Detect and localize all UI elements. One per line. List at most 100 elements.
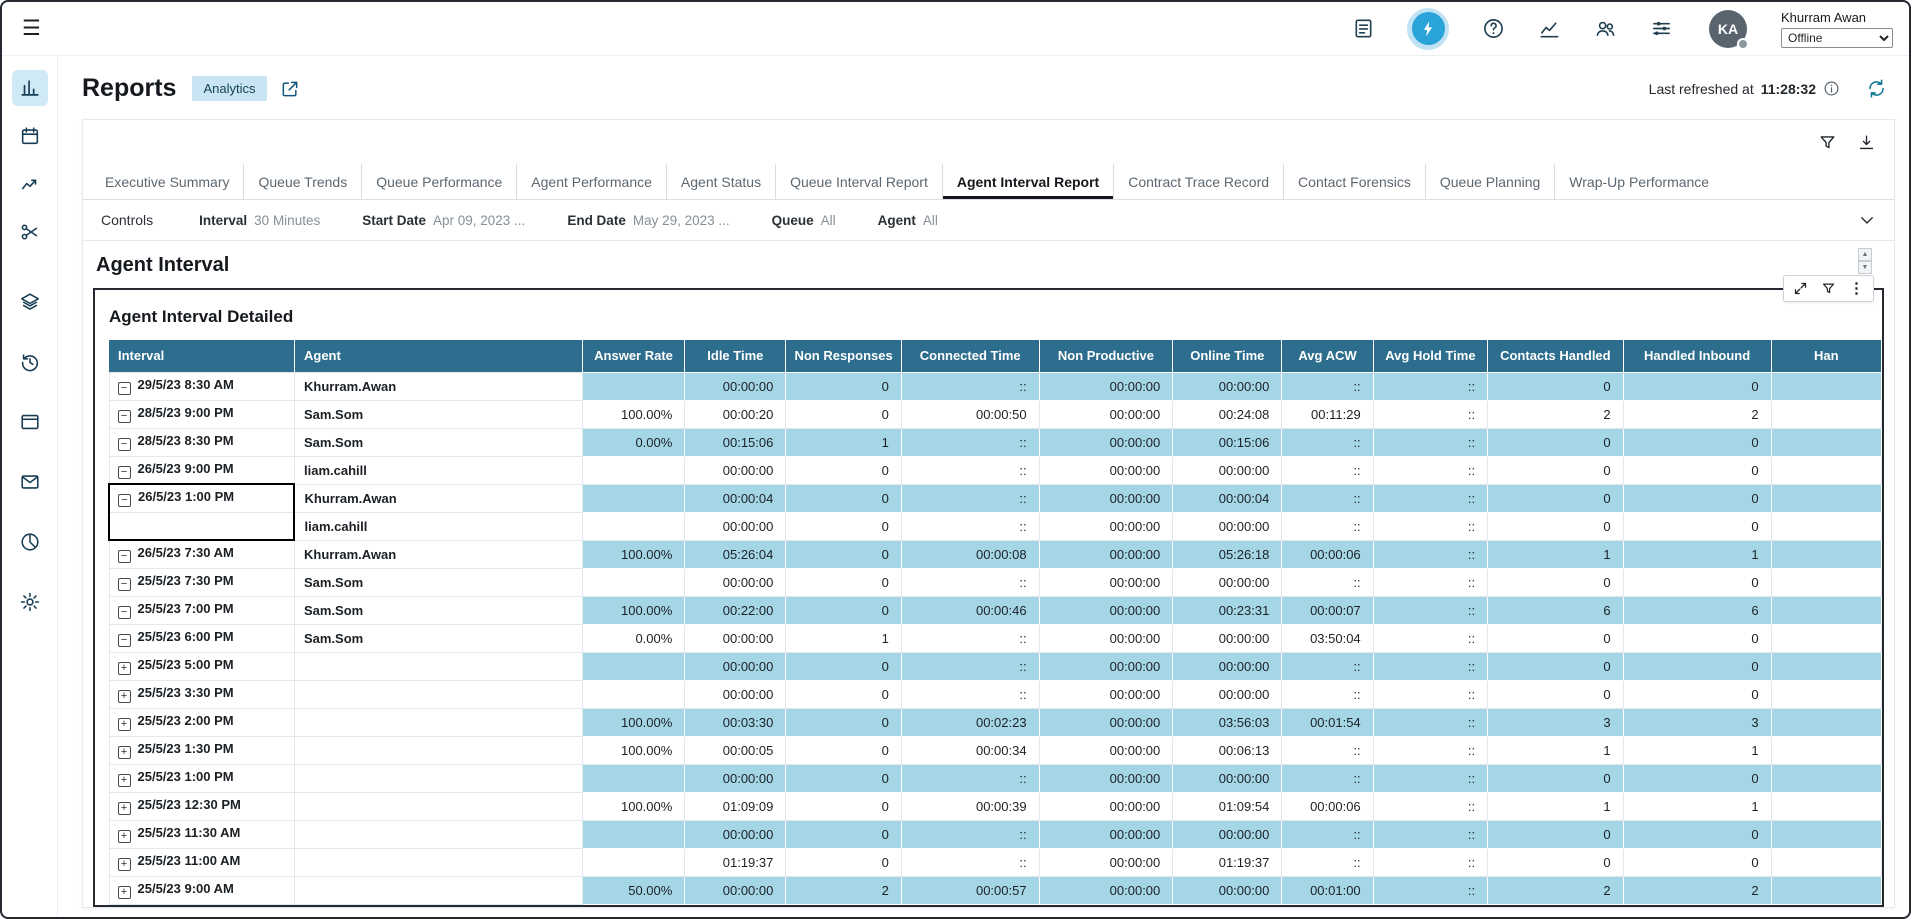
interval-cell[interactable]: +25/5/23 5:00 PM (109, 652, 294, 680)
interval-cell[interactable]: +25/5/23 3:30 PM (109, 680, 294, 708)
column-header-answer-rate[interactable]: Answer Rate (582, 340, 685, 372)
column-header-han[interactable]: Han (1771, 340, 1881, 372)
value-cell[interactable]: 00:11:29 (1282, 400, 1373, 428)
value-cell[interactable]: 00:00:00 (685, 876, 786, 904)
value-cell[interactable]: 00:00:00 (1039, 820, 1173, 848)
value-cell[interactable]: :: (901, 652, 1039, 680)
value-cell[interactable] (1771, 736, 1881, 764)
value-cell[interactable]: 00:00:00 (1173, 652, 1282, 680)
value-cell[interactable]: 0 (1623, 624, 1771, 652)
tab-queue-trends[interactable]: Queue Trends (243, 164, 361, 199)
value-cell[interactable]: 00:00:00 (685, 624, 786, 652)
value-cell[interactable]: :: (901, 428, 1039, 456)
value-cell[interactable]: :: (1373, 596, 1487, 624)
value-cell[interactable]: :: (901, 372, 1039, 400)
value-cell[interactable]: 1 (1623, 540, 1771, 568)
value-cell[interactable]: 0 (1488, 624, 1623, 652)
value-cell[interactable]: 00:00:00 (1039, 400, 1173, 428)
visual-filter-icon[interactable] (1821, 281, 1836, 296)
value-cell[interactable]: :: (1282, 820, 1373, 848)
value-cell[interactable]: 0 (786, 484, 901, 512)
tab-agent-performance[interactable]: Agent Performance (516, 164, 666, 199)
value-cell[interactable]: 00:00:00 (1173, 764, 1282, 792)
value-cell[interactable]: 0 (1488, 652, 1623, 680)
interval-cell[interactable]: +25/5/23 2:00 PM (109, 708, 294, 736)
tab-wrap-up-performance[interactable]: Wrap-Up Performance (1554, 164, 1723, 199)
tab-queue-planning[interactable]: Queue Planning (1425, 164, 1554, 199)
value-cell[interactable]: 05:26:04 (685, 540, 786, 568)
interval-cell[interactable]: +25/5/23 11:30 AM (109, 820, 294, 848)
agent-cell[interactable] (294, 792, 582, 820)
agent-cell[interactable] (294, 736, 582, 764)
value-cell[interactable]: :: (1373, 708, 1487, 736)
agent-cell[interactable]: Sam.Som (294, 624, 582, 652)
value-cell[interactable]: 00:00:00 (685, 512, 786, 540)
collapse-row-icon[interactable]: − (118, 494, 131, 507)
value-cell[interactable]: 0 (1623, 428, 1771, 456)
refresh-icon[interactable] (1866, 78, 1887, 99)
value-cell[interactable]: 1 (1488, 736, 1623, 764)
value-cell[interactable]: 0 (1488, 428, 1623, 456)
nav-pie-chart-item[interactable] (12, 524, 48, 560)
interval-cell[interactable]: −28/5/23 9:00 PM (109, 400, 294, 428)
value-cell[interactable]: 00:00:00 (685, 456, 786, 484)
value-cell[interactable]: 00:00:00 (1173, 372, 1282, 400)
value-cell[interactable]: 00:00:00 (1039, 484, 1173, 512)
value-cell[interactable]: 0 (786, 764, 901, 792)
expand-row-icon[interactable]: + (118, 886, 131, 899)
control-interval[interactable]: Interval30 Minutes (199, 213, 320, 228)
value-cell[interactable]: 0 (1623, 652, 1771, 680)
visual-menu-kebab-icon[interactable]: ⋮ (1849, 281, 1864, 296)
agent-cell[interactable]: Khurram.Awan (294, 372, 582, 400)
value-cell[interactable]: :: (1282, 736, 1373, 764)
value-cell[interactable]: 01:19:37 (685, 848, 786, 876)
value-cell[interactable]: 00:00:00 (1039, 652, 1173, 680)
expand-row-icon[interactable]: + (118, 830, 131, 843)
value-cell[interactable]: 00:00:00 (1039, 568, 1173, 596)
collapse-row-icon[interactable]: − (118, 410, 131, 423)
value-cell[interactable]: 00:00:00 (685, 568, 786, 596)
value-cell[interactable]: 00:01:00 (1282, 876, 1373, 904)
value-cell[interactable] (582, 820, 685, 848)
control-end-date[interactable]: End DateMay 29, 2023 ... (567, 213, 729, 228)
value-cell[interactable] (582, 652, 685, 680)
expand-row-icon[interactable]: + (118, 858, 131, 871)
value-cell[interactable]: 0 (1488, 456, 1623, 484)
value-cell[interactable] (1771, 400, 1881, 428)
value-cell[interactable]: 0 (1623, 820, 1771, 848)
value-cell[interactable]: 00:00:06 (1282, 540, 1373, 568)
value-cell[interactable] (1771, 624, 1881, 652)
interval-cell[interactable]: +25/5/23 12:30 PM (109, 792, 294, 820)
value-cell[interactable]: 1 (1488, 792, 1623, 820)
value-cell[interactable]: 00:00:00 (685, 764, 786, 792)
agent-cell[interactable] (294, 876, 582, 904)
value-cell[interactable]: 0 (1623, 512, 1771, 540)
value-cell[interactable]: 0 (1623, 568, 1771, 596)
value-cell[interactable] (1771, 792, 1881, 820)
agent-cell[interactable]: liam.cahill (294, 456, 582, 484)
value-cell[interactable]: 00:03:30 (685, 708, 786, 736)
value-cell[interactable]: 00:00:00 (685, 820, 786, 848)
value-cell[interactable]: :: (901, 456, 1039, 484)
settings-sliders-icon[interactable] (1649, 17, 1673, 41)
value-cell[interactable]: :: (901, 512, 1039, 540)
value-cell[interactable]: 1 (786, 624, 901, 652)
interval-cell[interactable] (109, 512, 294, 540)
value-cell[interactable]: 00:06:13 (1173, 736, 1282, 764)
agent-cell[interactable]: liam.cahill (294, 512, 582, 540)
value-cell[interactable]: 00:00:34 (901, 736, 1039, 764)
help-icon[interactable] (1481, 17, 1505, 41)
expand-row-icon[interactable]: + (118, 802, 131, 815)
value-cell[interactable]: 00:00:46 (901, 596, 1039, 624)
expand-row-icon[interactable]: + (118, 662, 131, 675)
value-cell[interactable]: 0 (786, 708, 901, 736)
value-cell[interactable]: :: (1373, 568, 1487, 596)
value-cell[interactable]: :: (1282, 372, 1373, 400)
interval-cell[interactable]: −29/5/23 8:30 AM (109, 372, 294, 400)
value-cell[interactable]: 00:00:00 (1039, 624, 1173, 652)
value-cell[interactable]: :: (1282, 680, 1373, 708)
nav-window-item[interactable] (12, 404, 48, 440)
collapse-row-icon[interactable]: − (118, 578, 131, 591)
value-cell[interactable]: 00:00:00 (1039, 540, 1173, 568)
value-cell[interactable]: 00:00:00 (685, 372, 786, 400)
